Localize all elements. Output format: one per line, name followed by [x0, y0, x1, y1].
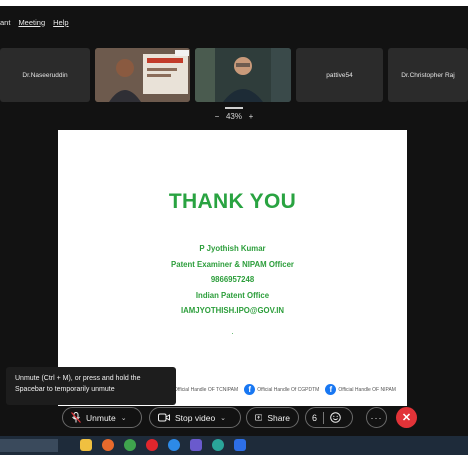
muted-mic-icon	[71, 412, 81, 423]
app-icon[interactable]	[212, 439, 224, 451]
social-handle: Official Handle OF TCNIPAM	[174, 387, 238, 393]
menu-item-meeting[interactable]: Meeting	[18, 18, 45, 27]
share-label: Share	[267, 412, 290, 423]
zoom-control: − 43% +	[0, 107, 468, 121]
video-camera-icon	[158, 413, 170, 422]
participant-name: Dr.Naseeruddin	[22, 71, 68, 79]
handle-label: Official Handle OF NIPAM	[338, 386, 396, 393]
handle-label: Official Handle Of CGPDTM	[257, 386, 320, 393]
slide-title: THANK YOU	[168, 190, 297, 213]
shared-screen-slide: THANK YOU P Jyothish Kumar Patent Examin…	[58, 130, 407, 406]
presenter-role: Patent Examiner & NIPAM Officer	[171, 259, 294, 269]
handle-label: Official Handle OF TCNIPAM	[174, 386, 239, 393]
unmute-tooltip: Unmute (Ctrl + M), or press and hold the…	[6, 367, 176, 405]
zoom-in-button[interactable]: +	[249, 112, 254, 121]
reactions-group: 6	[305, 407, 353, 428]
more-icon: ···	[370, 412, 383, 423]
meeting-controls: Unmute ⌄ Stop video ⌄ Share 6 ··· ✕	[0, 405, 468, 431]
presenter-name: P Jyothish Kumar	[199, 244, 266, 253]
os-taskbar	[0, 436, 468, 455]
app-icon[interactable]	[190, 439, 202, 451]
edge-icon[interactable]	[168, 439, 180, 451]
social-handle: f Official Handle Of CGPDTM	[244, 384, 319, 395]
presenter-phone: 9866957248	[210, 275, 255, 284]
facebook-icon: f	[244, 384, 256, 395]
unmute-button[interactable]: Unmute ⌄	[62, 407, 142, 428]
menu-item-participants[interactable]: ant	[0, 18, 10, 27]
share-button[interactable]: Share	[246, 407, 299, 428]
taskbar-icons	[80, 439, 246, 451]
chevron-down-icon[interactable]: ⌄	[220, 414, 226, 422]
presenter-office: Indian Patent Office	[195, 290, 270, 300]
participant-tile[interactable]: Dr.Christopher Raj	[388, 48, 468, 102]
participant-video-tile[interactable]	[195, 48, 291, 102]
meeting-window: ant Meeting Help Dr.Naseeruddin pattive5…	[0, 6, 468, 455]
taskbar-search[interactable]	[0, 439, 58, 452]
social-handles: Official Handle OF TCNIPAM f Official Ha…	[174, 384, 396, 395]
resize-handle[interactable]	[225, 107, 243, 109]
leave-meeting-button[interactable]: ✕	[396, 407, 417, 428]
menu-bar: ant Meeting Help	[0, 6, 468, 38]
opera-icon[interactable]	[146, 439, 158, 451]
video-thumbnail	[195, 48, 291, 102]
chrome-icon[interactable]	[124, 439, 136, 451]
firefox-icon[interactable]	[102, 439, 114, 451]
presenter-email: IAMJYOTHISH.IPO@GOV.IN	[180, 306, 285, 315]
participant-name: pattive54	[326, 71, 353, 79]
close-icon: ✕	[401, 412, 412, 424]
social-handle: f Official Handle OF NIPAM	[325, 384, 396, 395]
video-thumbnail	[95, 48, 190, 102]
slide-dot: .	[231, 326, 234, 336]
stop-video-button[interactable]: Stop video ⌄	[149, 407, 241, 428]
presenter-details: P Jyothish Kumar Patent Examiner & NIPAM…	[58, 241, 407, 319]
facebook-icon: f	[325, 384, 337, 395]
zoom-out-button[interactable]: −	[215, 112, 220, 121]
divider	[323, 411, 325, 424]
stop-video-label: Stop video	[175, 412, 216, 423]
chevron-down-icon[interactable]: ⌄	[121, 414, 127, 422]
unmute-label: Unmute	[86, 412, 116, 423]
participant-video-tile[interactable]	[95, 48, 190, 102]
participant-name: Dr.Christopher Raj	[401, 71, 455, 79]
zoom-app-icon[interactable]	[234, 439, 246, 451]
zoom-level: 43%	[225, 112, 242, 121]
more-options-button[interactable]: ···	[366, 407, 387, 428]
share-screen-icon	[255, 414, 263, 421]
participant-tile[interactable]: pattive54	[296, 48, 383, 102]
menu-item-help[interactable]: Help	[53, 18, 68, 27]
participant-tile[interactable]: Dr.Naseeruddin	[0, 48, 90, 102]
emoji-icon[interactable]	[330, 412, 341, 423]
file-explorer-icon[interactable]	[80, 439, 92, 451]
raise-hand-icon[interactable]: 6	[312, 413, 317, 423]
